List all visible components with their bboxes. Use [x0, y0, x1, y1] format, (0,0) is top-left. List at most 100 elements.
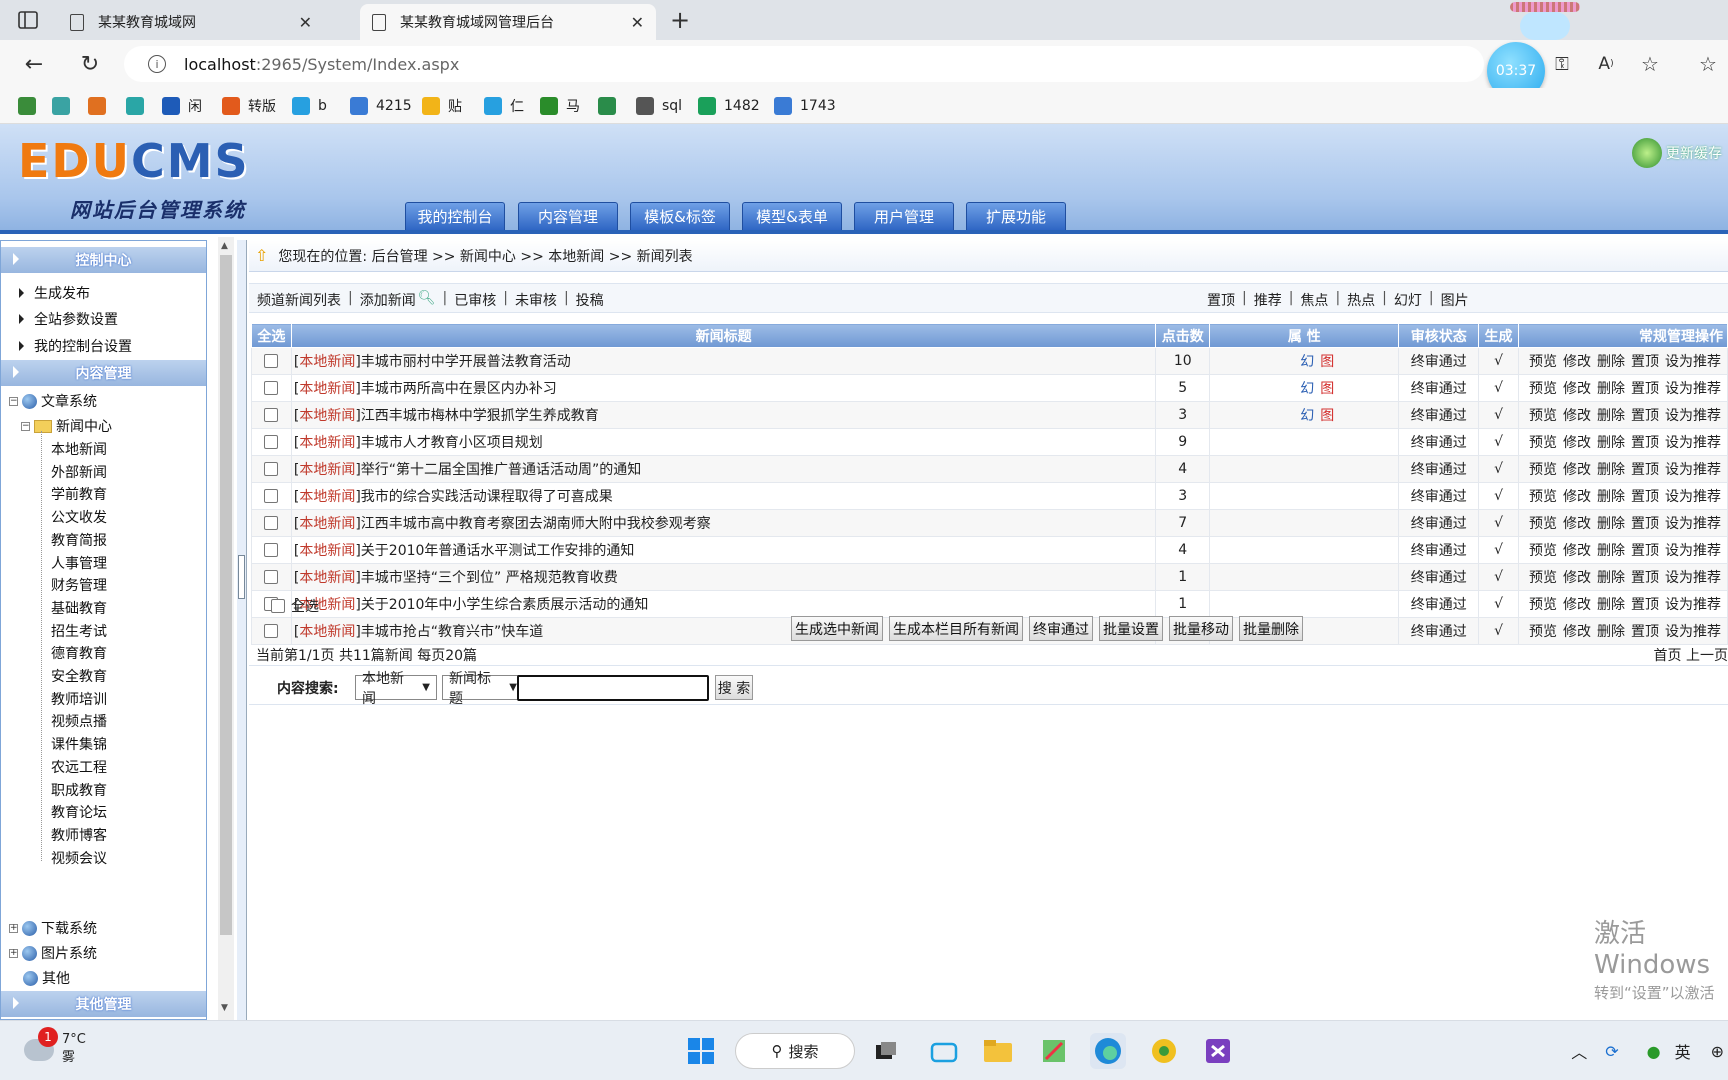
row-op-link[interactable]: 置顶	[1631, 408, 1659, 424]
row-op-link[interactable]: 设为推荐	[1665, 435, 1721, 451]
tab-home[interactable]: 某某教育城域网 ✕	[58, 4, 324, 40]
news-title-link[interactable]: 江西丰城市梅林中学狠抓学生养成教育	[361, 408, 599, 424]
nav-tab-models[interactable]: 模型&表单	[742, 202, 842, 230]
bookmark-item[interactable]: 1743	[774, 96, 836, 116]
row-checkbox[interactable]	[264, 543, 279, 557]
slide-attr-link[interactable]: 幻	[1300, 408, 1314, 424]
row-op-link[interactable]: 设为推荐	[1665, 516, 1721, 532]
news-title-link[interactable]: 丰城市抢占“教育兴市”快车道	[361, 624, 544, 640]
sidebar-section-content[interactable]: 内容管理	[1, 360, 206, 386]
link-submissions[interactable]: 投稿	[576, 290, 604, 310]
row-op-link[interactable]: 置顶	[1631, 381, 1659, 397]
bookmark-item[interactable]: b	[292, 96, 327, 116]
row-checkbox[interactable]	[264, 435, 279, 449]
sync-icon[interactable]: ⟳	[1605, 1042, 1618, 1061]
search-input[interactable]	[517, 675, 709, 701]
news-title-link[interactable]: 举行“第十二届全国推广普通话活动周”的通知	[361, 462, 642, 478]
row-op-link[interactable]: 删除	[1597, 489, 1625, 505]
row-checkbox[interactable]	[264, 570, 279, 584]
row-op-link[interactable]: 修改	[1563, 462, 1591, 478]
sidebar-channel-item[interactable]: 视频点播	[51, 711, 107, 731]
sidebar-channel-item[interactable]: 安全教育	[51, 666, 107, 686]
read-aloud-icon[interactable]: A)	[1592, 50, 1620, 78]
row-op-link[interactable]: 设为推荐	[1665, 570, 1721, 586]
row-op-link[interactable]: 置顶	[1631, 624, 1659, 640]
category-link[interactable]: 本地新闻	[299, 516, 355, 532]
category-link[interactable]: 本地新闻	[299, 462, 355, 478]
row-op-link[interactable]: 修改	[1563, 435, 1591, 451]
sidebar-channel-item[interactable]: 外部新闻	[51, 462, 107, 482]
generate-all-button[interactable]: 生成本栏目所有新闻	[889, 616, 1023, 641]
favorites-bar-icon[interactable]: ☆	[1694, 50, 1722, 78]
category-link[interactable]: 本地新闻	[299, 570, 355, 586]
expand-icon[interactable]: +	[9, 923, 18, 933]
row-op-link[interactable]: 设为推荐	[1665, 381, 1721, 397]
nav-tab-users[interactable]: 用户管理	[854, 202, 954, 230]
batch-move-button[interactable]: 批量移动	[1169, 616, 1233, 641]
generate-selected-button[interactable]: 生成选中新闻	[791, 616, 883, 641]
row-op-link[interactable]: 修改	[1563, 570, 1591, 586]
table-row[interactable]: [本地新闻]江西丰城市梅林中学狠抓学生养成教育 3 幻图终审通过 √ 预览 修改 删除 置顶设…	[251, 401, 1728, 429]
filter-recommend[interactable]: 推荐	[1254, 290, 1282, 310]
table-row[interactable]: [本地新闻]江西丰城市高中教育考察团去湖南师大附中我校参观考察 7 终审通过 √ 预览修…	[251, 509, 1728, 537]
sidebar-item-publish[interactable]: 生成发布	[19, 283, 90, 303]
slide-attr-link[interactable]: 幻	[1300, 381, 1314, 397]
select-all-checkbox[interactable]	[271, 599, 285, 613]
bookmark-item[interactable]: 仁	[484, 96, 524, 116]
close-icon[interactable]: ✕	[299, 13, 312, 32]
row-op-link[interactable]: 删除	[1597, 543, 1625, 559]
batch-delete-button[interactable]: 批量删除	[1239, 616, 1303, 641]
sidebar-channel-item[interactable]: 教师博客	[51, 825, 107, 845]
bookmark-item[interactable]	[18, 96, 36, 116]
table-row[interactable]: [本地新闻]丰城市坚持“三个到位” 严格规范教育收费 1 终审通过 √ 预览 修改 删除 置顶…	[251, 563, 1728, 591]
news-title-link[interactable]: 丰城市两所高中在景区内办补习	[361, 381, 557, 397]
row-checkbox[interactable]	[264, 489, 279, 503]
sidebar-channel-item[interactable]: 农远工程	[51, 757, 107, 777]
news-title-link[interactable]: 关于2010年中小学生综合素质展示活动的通知	[361, 597, 649, 613]
filter-slide[interactable]: 幻灯	[1394, 290, 1422, 310]
row-op-link[interactable]: 删除	[1597, 381, 1625, 397]
sidebar-channel-item[interactable]: 教师培训	[51, 689, 107, 709]
row-op-link[interactable]: 置顶	[1631, 354, 1659, 370]
table-row[interactable]: [本地新闻]我市的综合实践活动课程取得了可喜成果 3 终审通过 √ 预览 修改 删除 置顶 设为…	[251, 482, 1728, 510]
row-checkbox[interactable]	[264, 624, 279, 638]
row-op-link[interactable]: 置顶	[1631, 489, 1659, 505]
row-op-link[interactable]: 删除	[1597, 516, 1625, 532]
table-row[interactable]: [本地新闻]关于2010年普通话水平测试工作安排的通知 4 终审通过 √ 预览 修改 删除置…	[251, 536, 1728, 564]
filter-focus[interactable]: 焦点	[1300, 290, 1328, 310]
filter-top[interactable]: 置顶	[1207, 290, 1235, 310]
sidebar-channel-item[interactable]: 教育简报	[51, 530, 107, 550]
info-icon[interactable]: i	[148, 55, 166, 73]
sidebar-channel-item[interactable]: 视频会议	[51, 848, 107, 868]
row-op-link[interactable]: 修改	[1563, 408, 1591, 424]
tree-article-system[interactable]: − 文章系统	[9, 391, 97, 411]
row-op-link[interactable]: 预览	[1529, 489, 1557, 505]
link-add-news[interactable]: 添加新闻	[360, 290, 416, 310]
row-checkbox[interactable]	[264, 354, 279, 368]
row-op-link[interactable]: 预览	[1529, 624, 1557, 640]
sidebar-toggle-icon[interactable]	[16, 8, 40, 32]
news-title-link[interactable]: 丰城市丽村中学开展普法教育活动	[361, 354, 571, 370]
row-op-link[interactable]: 预览	[1529, 516, 1557, 532]
table-row[interactable]: [本地新闻]丰城市丽村中学开展普法教育活动 10 幻图终审通过 √ 预览 修改 删除 置顶 设为…	[251, 347, 1728, 375]
sidebar-channel-item[interactable]: 教育论坛	[51, 802, 107, 822]
row-checkbox[interactable]	[264, 381, 279, 395]
category-link[interactable]: 本地新闻	[299, 489, 355, 505]
row-op-link[interactable]: 预览	[1529, 570, 1557, 586]
row-op-link[interactable]: 设为推荐	[1665, 597, 1721, 613]
news-title-link[interactable]: 丰城市人才教育小区项目规划	[361, 435, 543, 451]
row-op-link[interactable]: 预览	[1529, 435, 1557, 451]
taskbar-search[interactable]: ⚲ 搜索	[735, 1033, 855, 1069]
bookmark-item[interactable]	[52, 96, 70, 116]
row-op-link[interactable]: 删除	[1597, 624, 1625, 640]
scroll-down-icon[interactable]: ▼	[221, 1003, 228, 1013]
tree-news-center[interactable]: − 新闻中心	[21, 416, 112, 436]
frame-splitter[interactable]	[237, 240, 247, 1020]
ime-mode-icon[interactable]: ●	[1647, 1042, 1661, 1061]
row-op-link[interactable]: 删除	[1597, 435, 1625, 451]
file-explorer-icon[interactable]	[980, 1033, 1016, 1069]
table-row[interactable]: [本地新闻]举行“第十二届全国推广普通话活动周”的通知 4 终审通过 √ 预览 修改 删除置…	[251, 455, 1728, 483]
scroll-up-icon[interactable]: ▲	[221, 241, 228, 251]
ime-language[interactable]: 英	[1675, 1039, 1691, 1063]
music-app-icon[interactable]	[1146, 1033, 1182, 1069]
